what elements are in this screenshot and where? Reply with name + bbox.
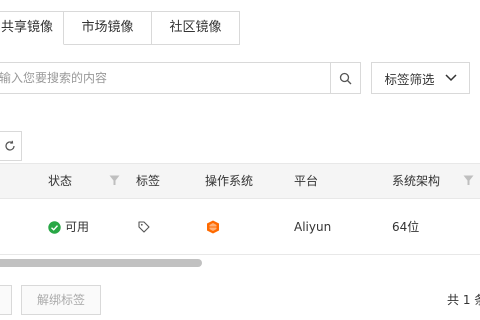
column-platform: 平台 [294,174,319,188]
platform-cell: Aliyun [294,220,332,234]
column-filter-icon[interactable] [463,175,474,186]
search-box [0,62,361,94]
search-button[interactable] [330,63,360,93]
tag-filter-dropdown[interactable]: 标签筛选 [371,62,470,94]
check-circle-icon [48,220,61,234]
aliyun-os-icon [207,220,219,234]
column-os: 操作系统 [205,174,254,188]
total-count: 共 1 条 [447,293,480,307]
arch-cell: 64位 [392,220,420,234]
status-text: 可用 [65,220,90,234]
column-arch: 系统架构 [392,174,441,188]
refresh-button[interactable] [0,131,22,161]
tag-icon[interactable] [138,221,150,233]
tab-community-images[interactable]: 社区镜像 [152,11,240,45]
tab-market-images[interactable]: 市场镜像 [64,11,152,45]
chevron-down-icon [444,74,457,82]
status-cell: 可用 [48,199,89,255]
column-status: 状态 [48,174,73,188]
image-type-tabs: 共享镜像 市场镜像 社区镜像 [0,11,240,45]
column-tags: 标签 [136,174,161,188]
search-input[interactable] [0,63,330,93]
tag-filter-label: 标签筛选 [384,71,435,87]
tab-shared-images[interactable]: 共享镜像 [0,11,64,45]
column-filter-icon[interactable] [109,175,120,186]
table-row: 可用 Aliyun 64位 [0,199,480,255]
search-icon [339,72,352,84]
horizontal-scrollbar[interactable] [0,259,202,267]
table-header: 状态 标签 操作系统 平台 系统架构 [0,163,480,199]
image-list-page: 共享镜像 市场镜像 社区镜像 标签筛选 状态 标签 操作系统 [0,0,480,320]
unbind-tag-button[interactable]: 解绑标签 [21,285,101,315]
refresh-icon [5,140,15,151]
footer-action-button[interactable] [0,285,12,315]
